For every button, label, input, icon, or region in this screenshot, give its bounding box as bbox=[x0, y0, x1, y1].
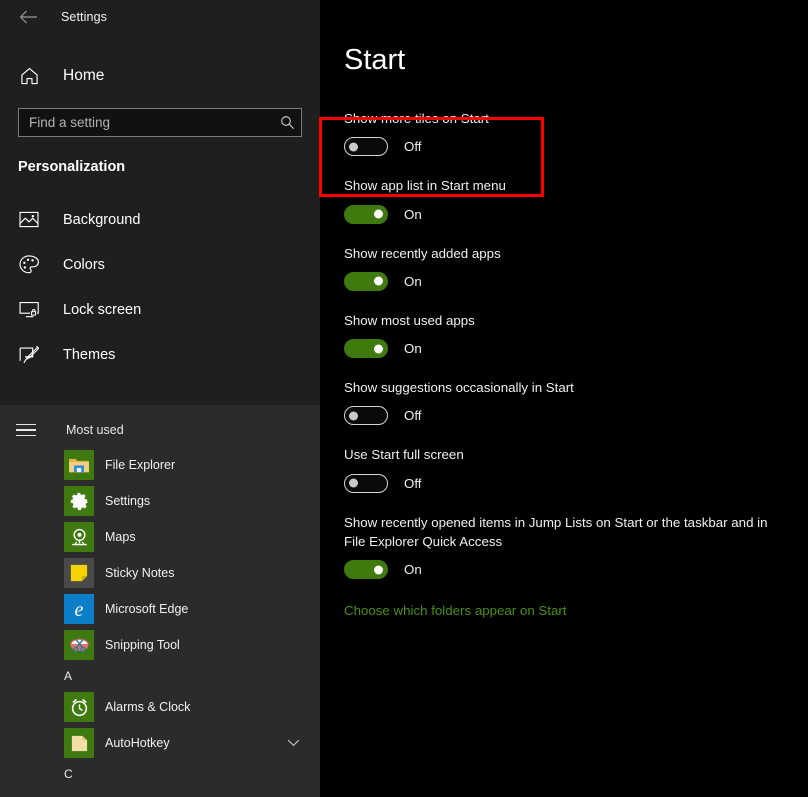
sticky-note-icon bbox=[64, 558, 94, 588]
toggle-state-label: On bbox=[404, 206, 422, 222]
sidebar-home-label: Home bbox=[63, 67, 105, 84]
sidebar-label: Colors bbox=[63, 256, 105, 273]
lock-screen-icon bbox=[18, 299, 40, 321]
maps-pin-icon bbox=[64, 522, 94, 552]
list-item[interactable]: Snipping Tool bbox=[0, 627, 320, 663]
file-explorer-icon bbox=[64, 450, 94, 480]
back-arrow-icon[interactable] bbox=[13, 4, 43, 30]
setting-show-more-tiles: Show more tiles on Start Off bbox=[320, 109, 790, 157]
chevron-down-icon[interactable] bbox=[287, 734, 300, 752]
toggle-row: On bbox=[344, 204, 790, 224]
hamburger-icon[interactable] bbox=[16, 423, 36, 437]
toggle-switch[interactable] bbox=[344, 473, 388, 493]
svg-text:e: e bbox=[75, 599, 84, 621]
setting-label: Use Start full screen bbox=[344, 447, 464, 463]
setting-show-app-list: Show app list in Start menu On bbox=[320, 176, 790, 224]
toggle-switch[interactable] bbox=[344, 204, 388, 224]
settings-window: Settings Home Personalization bbox=[0, 0, 808, 797]
app-name: Sticky Notes bbox=[105, 566, 175, 580]
toggle-row: Off bbox=[344, 137, 790, 157]
toggle-row: On bbox=[344, 560, 790, 580]
toggle-row: On bbox=[344, 339, 790, 359]
home-icon bbox=[18, 65, 40, 87]
window-title: Settings bbox=[61, 10, 107, 24]
palette-icon bbox=[18, 254, 40, 276]
sidebar-nav-list: Background Colors Lock screen Themes bbox=[0, 197, 320, 377]
setting-show-most-used: Show most used apps On bbox=[320, 311, 790, 359]
toggle-state-label: Off bbox=[404, 139, 422, 155]
toggle-row: Off bbox=[344, 406, 790, 426]
sidebar-item-lock-screen[interactable]: Lock screen bbox=[0, 287, 320, 332]
toggle-switch[interactable] bbox=[344, 339, 388, 359]
sidebar-item-colors[interactable]: Colors bbox=[0, 242, 320, 287]
edge-icon: e bbox=[64, 594, 94, 624]
toggle-switch[interactable] bbox=[344, 406, 388, 426]
toggle-state-label: On bbox=[404, 273, 422, 289]
setting-label: Show more tiles on Start bbox=[344, 111, 489, 126]
list-item[interactable]: Settings bbox=[0, 483, 320, 519]
sidebar-category-title: Personalization bbox=[18, 159, 126, 175]
alarm-clock-icon bbox=[64, 692, 94, 722]
toggle-row: On bbox=[344, 271, 790, 291]
setting-show-suggestions: Show suggestions occasionally in Start O… bbox=[320, 378, 790, 426]
list-item[interactable]: File Explorer bbox=[0, 447, 320, 483]
search-input[interactable] bbox=[29, 115, 280, 130]
list-item[interactable]: Alarms & Clock bbox=[0, 689, 320, 725]
folder-icon bbox=[64, 728, 94, 758]
search-icon[interactable] bbox=[280, 115, 295, 130]
gear-icon bbox=[64, 486, 94, 516]
setting-label: Show suggestions occasionally in Start bbox=[344, 380, 574, 396]
alpha-header[interactable]: C bbox=[0, 761, 320, 787]
setting-use-start-full-screen: Use Start full screen Off bbox=[320, 445, 790, 493]
most-used-label: Most used bbox=[66, 423, 124, 437]
alpha-header[interactable]: A bbox=[0, 663, 320, 689]
sidebar-item-home[interactable]: Home bbox=[0, 58, 320, 94]
sidebar-label: Themes bbox=[63, 346, 116, 363]
search-box[interactable] bbox=[18, 108, 302, 137]
app-name: AutoHotkey bbox=[105, 736, 170, 750]
toggle-state-label: Off bbox=[404, 408, 422, 424]
setting-show-recently-added: Show recently added apps On bbox=[320, 244, 790, 291]
toggle-switch[interactable] bbox=[344, 560, 388, 580]
list-item[interactable]: AutoHotkey bbox=[0, 725, 320, 761]
toggle-row: Off bbox=[344, 473, 790, 493]
title-bar: Settings bbox=[0, 0, 320, 34]
toggle-state-label: Off bbox=[404, 475, 422, 491]
page-title: Start bbox=[344, 44, 406, 76]
app-name: Microsoft Edge bbox=[105, 602, 189, 616]
app-name: File Explorer bbox=[105, 458, 176, 472]
list-item[interactable]: e Microsoft Edge bbox=[0, 591, 320, 627]
sidebar: Settings Home Personalization bbox=[0, 0, 320, 797]
app-name: Settings bbox=[105, 494, 151, 508]
setting-jump-lists: Show recently opened items in Jump Lists… bbox=[320, 513, 790, 580]
choose-folders-link[interactable]: Choose which folders appear on Start bbox=[320, 603, 566, 618]
setting-label: Show app list in Start menu bbox=[344, 178, 506, 194]
setting-label: Show recently added apps bbox=[344, 245, 501, 261]
list-item[interactable]: Maps bbox=[0, 519, 320, 555]
app-name: Alarms & Clock bbox=[105, 700, 191, 714]
start-menu-panel: Most used File Explorer Settings Maps St… bbox=[0, 405, 320, 797]
sidebar-item-themes[interactable]: Themes bbox=[0, 332, 320, 377]
picture-icon bbox=[18, 209, 40, 231]
brush-icon bbox=[18, 344, 40, 366]
setting-label: Show recently opened items in Jump Lists… bbox=[344, 514, 768, 549]
toggle-switch[interactable] bbox=[344, 271, 388, 291]
start-menu-header: Most used bbox=[0, 413, 320, 447]
sidebar-item-background[interactable]: Background bbox=[0, 197, 320, 242]
app-name: Snipping Tool bbox=[105, 638, 180, 652]
toggle-switch[interactable] bbox=[344, 137, 388, 157]
scissors-icon bbox=[64, 630, 94, 660]
sidebar-label: Lock screen bbox=[63, 301, 142, 318]
list-item[interactable]: Sticky Notes bbox=[0, 555, 320, 591]
main-content: Start Show more tiles on Start Off Show … bbox=[319, 0, 808, 797]
setting-label: Show most used apps bbox=[344, 312, 475, 328]
toggle-state-label: On bbox=[404, 562, 422, 578]
sidebar-label: Background bbox=[63, 211, 141, 228]
app-name: Maps bbox=[105, 530, 136, 544]
toggle-state-label: On bbox=[404, 341, 422, 357]
